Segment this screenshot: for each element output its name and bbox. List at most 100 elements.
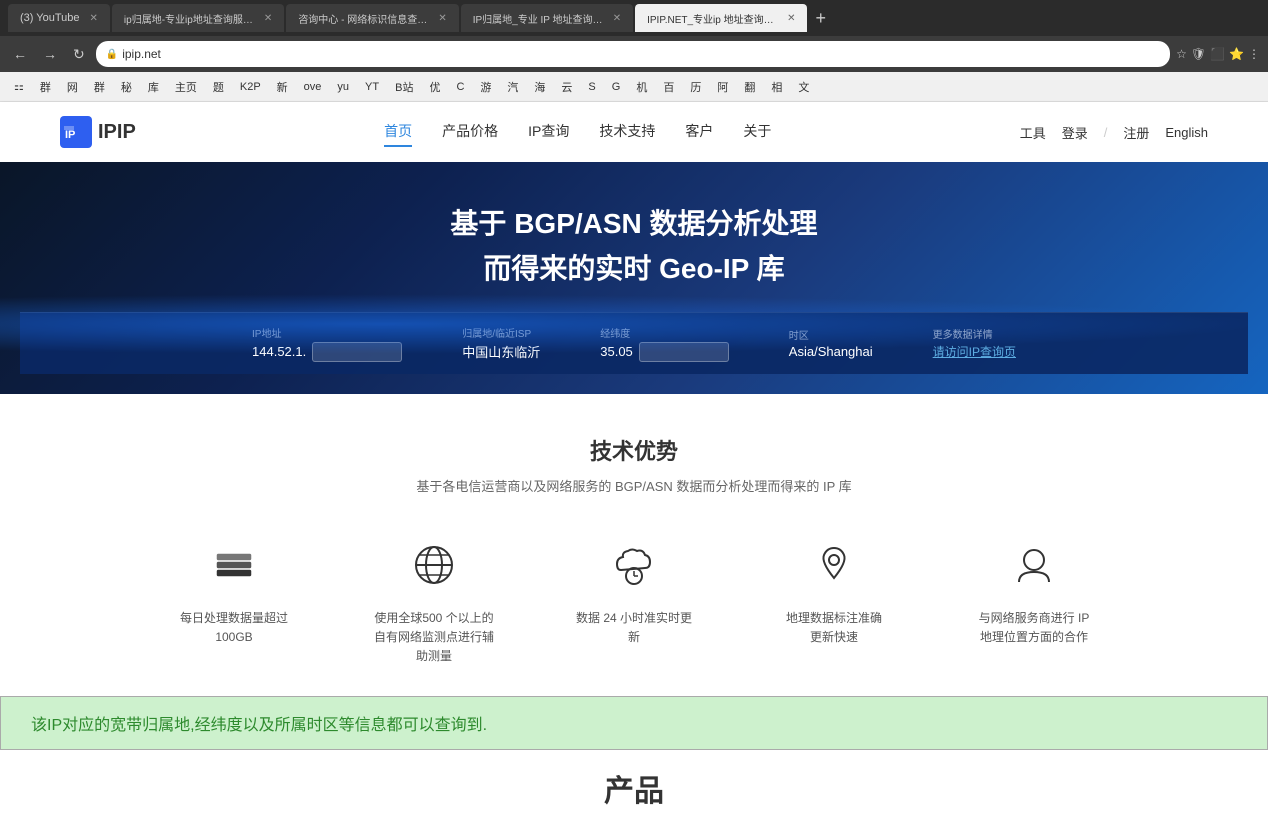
extension-icon-2[interactable]: ⬛ [1210,47,1225,61]
bookmark-16[interactable]: G [606,79,627,95]
browser-chrome: (3) YouTube ✕ ip归属地-专业ip地址查询服务_IP... ✕ 咨… [0,0,1268,102]
feature-realtime: 数据 24 小时准实时更新 [554,535,714,667]
bookmark-2[interactable]: 网 [61,77,84,97]
bookmark-ove[interactable]: ove [298,79,328,95]
feature-geo-text: 地理数据标注准确更新快速 [786,609,882,647]
ip-address-item: IP地址 144.52.1. [252,325,402,362]
tab-3-close[interactable]: ✕ [438,13,446,24]
bookmark-20[interactable]: 阿 [711,77,734,97]
nav-home[interactable]: 首页 [384,117,412,147]
tab-3[interactable]: 咨询中心 - 网络标识信息查询平台... ✕ [286,4,458,32]
tab-2-close[interactable]: ✕ [264,13,272,24]
ip-address-value: 144.52.1. [252,342,402,362]
back-button[interactable]: ← [8,44,32,64]
bookmark-k2p[interactable]: K2P [234,79,267,95]
bookmark-12[interactable]: 汽 [501,77,524,97]
bookmark-21[interactable]: 翻 [738,77,761,97]
location-icon [804,535,864,595]
tech-section: 技术优势 基于各电信运营商以及网络服务的 BGP/ASN 数据而分析处理而得来的… [0,394,1268,697]
tab-1[interactable]: (3) YouTube ✕ [8,4,110,32]
ip-timezone-item: 时区 Asia/Shanghai [789,327,873,359]
address-input[interactable]: 🔒 ipip.net [96,41,1170,67]
address-bar-row: ← → ↻ 🔒 ipip.net ☆ 🛡 ⬛ ⭐ ⋮ [0,36,1268,72]
ip-location-value: 中国山东临沂 [462,342,540,361]
nav-customers[interactable]: 客户 [685,117,713,147]
bookmark-yt[interactable]: YT [359,79,385,95]
toolbar-icons: ☆ 🛡 ⬛ ⭐ ⋮ [1176,47,1260,61]
announcement-text: 该IP对应的宽带归属地,经纬度以及所属时区等信息都可以查询到. [31,711,487,735]
ip-address-text: 144.52.1. [252,344,306,359]
bookmark-14[interactable]: 云 [555,77,578,97]
ip-input[interactable] [312,342,402,362]
bookmark-8[interactable]: 新 [271,77,294,97]
bookmark-4[interactable]: 秘 [115,77,138,97]
bookmark-7[interactable]: 题 [207,77,230,97]
bookmark-19[interactable]: 历 [684,77,707,97]
logo-icon: IP [60,116,92,148]
bookmark-15[interactable]: S [582,79,601,95]
announcement-bar: 该IP对应的宽带归属地,经纬度以及所属时区等信息都可以查询到. [0,696,1268,750]
logo-text: IPIP [98,121,136,144]
feature-data-volume: 每日处理数据量超过100GB [154,535,314,667]
address-text: ipip.net [122,47,161,61]
main-nav: 首页 产品价格 IP查询 技术支持 客户 关于 [384,117,771,147]
tab-2[interactable]: ip归属地-专业ip地址查询服务_IP... ✕ [112,4,284,32]
nav-about[interactable]: 关于 [743,117,771,147]
features-grid: 每日处理数据量超过100GB 使用全球500 个以上的自有网络监测点进行辅助测量 [60,535,1208,667]
feature-isp: 与网络服务商进行 IP地理位置方面的合作 [954,535,1114,667]
layers-icon [204,535,264,595]
new-tab-button[interactable]: + [809,8,832,29]
bookmark-9[interactable]: 优 [423,77,446,97]
header-right: 工具 登录 / 注册 English [1020,123,1208,142]
svg-text:IP: IP [65,129,75,141]
tab-3-label: 咨询中心 - 网络标识信息查询平台... [298,11,428,26]
tools-link[interactable]: 工具 [1020,123,1046,142]
bookmark-icon[interactable]: ☆ [1176,47,1187,61]
bookmark-22[interactable]: 相 [765,77,788,97]
extension-icon-3[interactable]: ⭐ [1229,47,1244,61]
forward-button[interactable]: → [38,44,62,64]
bookmark-yu[interactable]: yu [331,79,355,95]
nav-ip-query[interactable]: IP查询 [528,117,569,147]
tab-1-label: (3) YouTube [20,12,80,24]
tab-5-close[interactable]: ✕ [787,13,795,24]
menu-icon[interactable]: ⋮ [1248,47,1260,61]
feature-data-volume-text: 每日处理数据量超过100GB [180,609,288,647]
bookmark-23[interactable]: 文 [792,77,815,97]
bookmark-5[interactable]: 库 [142,77,165,97]
tab-1-close[interactable]: ✕ [90,13,98,24]
bookmark-10[interactable]: C [450,79,470,95]
ip-location-label: 归属地/临近ISP [462,325,540,340]
bookmark-b[interactable]: B站 [389,77,419,97]
tab-4-close[interactable]: ✕ [613,13,621,24]
bookmarks-bar: ⚏ 群 网 群 秘 库 主页 题 K2P 新 ove yu YT B站 优 C … [0,72,1268,102]
tab-5[interactable]: IPIP.NET_专业ip 地址查询_IP... ✕ [635,4,807,32]
reload-button[interactable]: ↻ [68,44,90,65]
extension-icon-1[interactable]: 🛡 [1191,47,1206,61]
header-divider: / [1104,125,1108,140]
nav-tech-support[interactable]: 技术支持 [599,117,655,147]
login-link[interactable]: 登录 [1062,123,1088,142]
cloud-clock-icon [604,535,664,595]
bookmark-3[interactable]: 群 [88,77,111,97]
ip-query-link[interactable]: 请访问IP查询页 [933,343,1016,360]
products-section-header: 产品 [0,750,1268,826]
hero-title-line2: 而得来的实时 Geo-IP 库 [450,247,817,292]
hero-section: 基于 BGP/ASN 数据分析处理 而得来的实时 Geo-IP 库 IP地址 1… [0,162,1268,394]
ip-coords-value: 35.05 [600,342,729,362]
bookmark-11[interactable]: 游 [474,77,497,97]
tab-4[interactable]: IP归属地_专业 IP 地址查询_IP... ✕ [461,4,633,32]
language-button[interactable]: English [1165,125,1208,140]
bookmark-1[interactable]: 群 [34,77,57,97]
lock-icon: 🔒 [106,49,118,60]
register-link[interactable]: 注册 [1123,123,1149,142]
site-wrapper: IP IPIP 首页 产品价格 IP查询 技术支持 客户 关于 工具 登录 / … [0,102,1268,826]
bookmark-17[interactable]: 机 [630,77,653,97]
tab-5-label: IPIP.NET_专业ip 地址查询_IP... [647,11,777,26]
nav-pricing[interactable]: 产品价格 [442,117,498,147]
bookmark-apps-icon[interactable]: ⚏ [8,78,30,95]
bookmark-6[interactable]: 主页 [169,77,203,97]
bookmark-18[interactable]: 百 [657,77,680,97]
bookmark-13[interactable]: 海 [528,77,551,97]
coords-input[interactable] [639,342,729,362]
